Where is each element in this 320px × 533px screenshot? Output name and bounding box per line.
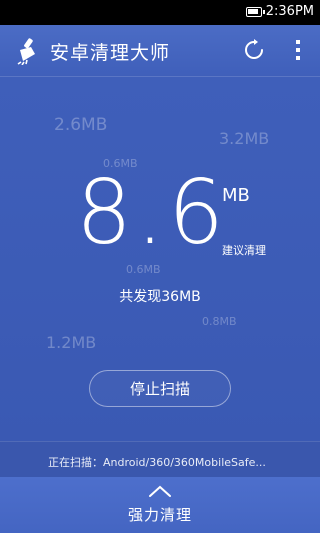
chevron-up-icon xyxy=(149,485,171,497)
scan-path-label: 正在扫描：Android/360/360MobileSafe... xyxy=(48,456,266,469)
app-bar: 安卓清理大师 xyxy=(0,25,320,77)
strong-clean-label: 强力清理 xyxy=(127,506,192,524)
found-summary: 共发现36MB xyxy=(119,289,201,305)
stop-scan-button[interactable]: 停止扫描 xyxy=(89,370,231,407)
strong-clean-button[interactable]: 强力清理 xyxy=(0,477,320,533)
app-title: 安卓清理大师 xyxy=(50,42,171,64)
floating-size: 0.8MB xyxy=(202,315,237,328)
suggest-clean-label: 建议清理 xyxy=(222,244,266,257)
battery-icon xyxy=(246,7,265,17)
floating-size: 3.2MB xyxy=(219,129,270,148)
status-clock: 2:36PM xyxy=(265,4,314,19)
floating-size: 0.6MB xyxy=(126,263,161,276)
more-vert-icon xyxy=(296,40,300,60)
total-size-value: 8.6 xyxy=(76,161,228,264)
broom-icon xyxy=(14,37,42,66)
status-bar: 2:36PM xyxy=(0,0,320,25)
floating-size: 2.6MB xyxy=(54,115,108,135)
total-size-unit: MB xyxy=(222,185,250,206)
scan-status-bar: 正在扫描：Android/360/360MobileSafe... xyxy=(0,441,320,478)
floating-size: 1.2MB xyxy=(46,333,97,352)
refresh-button[interactable] xyxy=(240,36,268,64)
scan-panel: 2.6MB 3.2MB 0.6MB 0.6MB 0.8MB 1.2MB 8.6 … xyxy=(0,77,320,441)
refresh-icon xyxy=(245,39,263,59)
more-button[interactable] xyxy=(286,36,310,64)
